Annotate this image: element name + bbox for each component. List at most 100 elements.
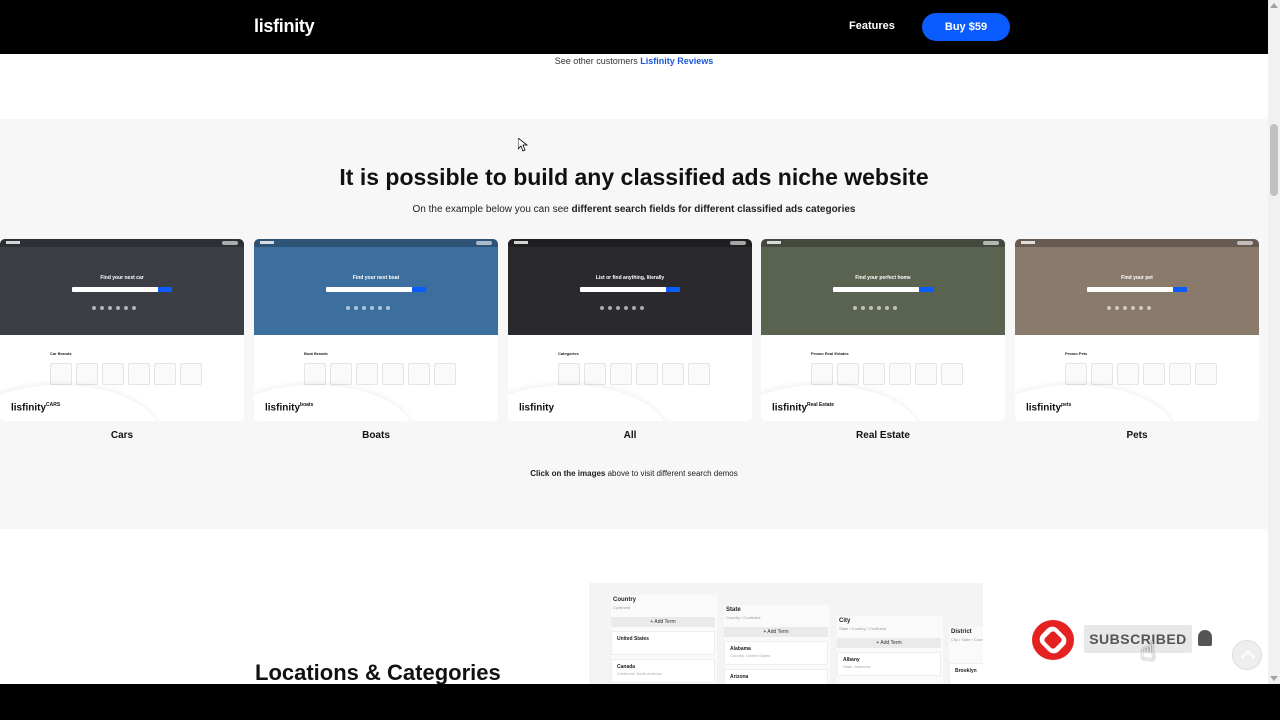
reviews-line: See other customers Lisfinity Reviews (0, 56, 1268, 66)
demo-logo-tag: Real Estate (807, 402, 834, 408)
scroll-to-top-button[interactable] (1232, 640, 1262, 670)
page-viewport: lisfinity Features Buy $59 See other cus… (0, 0, 1268, 684)
location-name: Arizona (730, 674, 749, 680)
niche-subtitle-prefix: On the example below you can see (412, 204, 569, 215)
location-item[interactable]: Canada Continent: North America (611, 659, 715, 683)
column-header: Country (613, 597, 636, 603)
demo-search-bar (833, 287, 933, 292)
column-sub: State / Country / Continent (839, 626, 887, 631)
location-item[interactable]: United States (611, 631, 715, 655)
demo-tagline: Find your pet (1121, 275, 1153, 281)
mini-logo (6, 241, 20, 244)
mini-button (1237, 241, 1253, 245)
page-scrollbar[interactable] (1268, 0, 1280, 684)
demo-logo-text: lisfinity (265, 402, 301, 414)
demo-card-logo: lisfinitypets (1026, 402, 1071, 413)
subscribed-button[interactable]: SUBSCRIBED (1084, 625, 1192, 653)
demo-tagline: List or find anything, literally (595, 275, 665, 281)
demo-card-hero[interactable]: Find your next car (0, 239, 244, 335)
demo-card-label: Real Estate (856, 430, 910, 441)
demo-category-dots (853, 297, 913, 310)
location-parent: State: Alabama (843, 664, 871, 669)
reviews-link[interactable]: Lisfinity Reviews (640, 56, 713, 66)
demo-logo-tag: boats (300, 402, 314, 408)
mini-nav (508, 239, 752, 247)
demo-card-hero[interactable]: Find your next boat (254, 239, 498, 335)
site-logo[interactable]: lisfinity (254, 16, 315, 37)
buy-button[interactable]: Buy $59 (922, 13, 1010, 41)
location-item[interactable]: Brooklyn (949, 663, 983, 684)
demo-category-dots (600, 297, 660, 310)
demo-logo-tag: pets (1061, 402, 1072, 408)
demo-card-label: All (623, 430, 637, 441)
mini-logo (767, 241, 781, 244)
demo-category-title: Promo Pets (1065, 351, 1088, 356)
demo-category-title: Promo Real Estates (811, 351, 849, 356)
demo-card-2[interactable]: List or find anything, literally Categori… (508, 239, 752, 421)
site-header: lisfinity Features Buy $59 (0, 0, 1268, 54)
demo-search-bar (1087, 287, 1187, 292)
mini-nav (254, 239, 498, 247)
niche-hint-bold: Click on the images (530, 469, 606, 478)
mini-logo (514, 241, 528, 244)
location-column: Country Continent + Add Term United States C… (611, 595, 717, 684)
demo-search-bar (72, 287, 172, 292)
location-item[interactable]: Albany State: Alabama (837, 652, 941, 676)
demo-card-logo: lisfinityboats (265, 402, 313, 413)
mini-button (983, 241, 999, 245)
demo-card-hero[interactable]: List or find anything, literally (508, 239, 752, 335)
demo-category-dots (346, 297, 406, 310)
mini-logo (260, 241, 274, 244)
location-parent: Country: United States (730, 653, 771, 658)
demo-card-0[interactable]: Find your next car Car Brands lisfinityCAR… (0, 239, 244, 421)
bell-icon[interactable] (1198, 630, 1212, 646)
reviews-prefix: See other customers (554, 56, 638, 66)
location-column: District City / State / Country Brooklyn (949, 627, 983, 684)
mini-button (222, 241, 238, 245)
location-column: City State / Country / Continent + Add Ter… (837, 616, 943, 684)
column-sub: City / State / Country (951, 637, 983, 642)
add-term-button[interactable]: + Add Term (611, 617, 715, 627)
mouse-cursor-icon (518, 138, 528, 152)
demo-category-dots (1107, 297, 1167, 310)
demo-search-bar (326, 287, 426, 292)
location-column: State Country / Continent + Add Term Alabam… (724, 605, 830, 684)
demo-tagline: Find your next car (100, 275, 144, 281)
location-item[interactable]: Arizona (724, 669, 828, 684)
column-header: City (839, 618, 851, 624)
scrollbar-thumb[interactable] (1270, 124, 1278, 196)
demo-logo-text: lisfinity (519, 402, 555, 414)
demo-card-1[interactable]: Find your next boat Boat Brands lisfinityb… (254, 239, 498, 421)
niche-section: It is possible to build any classified a… (0, 119, 1268, 529)
pointer-hand-icon: ☝ (1140, 636, 1156, 666)
demo-card-label: Boats (362, 430, 390, 441)
niche-title: It is possible to build any classified a… (339, 164, 929, 190)
locations-title: Locations & Categories (255, 660, 501, 684)
scroll-down-icon[interactable] (1270, 676, 1278, 681)
demo-card-hero[interactable]: Find your pet (1015, 239, 1259, 335)
nav-features-link[interactable]: Features (849, 20, 895, 32)
demo-card-logo: lisfinityCARS (11, 402, 60, 413)
demo-search-bar (580, 287, 680, 292)
demo-card-label: Pets (1126, 430, 1148, 441)
add-term-button[interactable]: + Add Term (724, 627, 828, 637)
mini-nav (1015, 239, 1259, 247)
column-header: District (951, 629, 972, 635)
location-item[interactable]: Alabama Country: United States (724, 641, 828, 665)
scroll-up-icon[interactable] (1270, 3, 1278, 8)
add-term-button[interactable]: + Add Term (837, 638, 941, 648)
location-name: Canada (617, 664, 636, 670)
demo-tagline: Find your perfect home (855, 275, 911, 281)
youtube-logo-icon (1032, 620, 1074, 660)
mini-button (476, 241, 492, 245)
column-header: State (726, 607, 741, 613)
niche-hint-rest: above to visit different search demos (607, 469, 738, 478)
demo-card-hero[interactable]: Find your perfect home (761, 239, 1005, 335)
location-name: Alabama (730, 646, 751, 652)
demo-card-3[interactable]: Find your perfect home Promo Real Estates… (761, 239, 1005, 421)
demo-category-title: Boat Brands (304, 351, 328, 356)
demo-card-4[interactable]: Find your pet Promo Pets lisfinitypets (1015, 239, 1259, 421)
demo-category-title: Car Brands (50, 351, 72, 356)
letterbox-bar (0, 684, 1280, 720)
mini-button (730, 241, 746, 245)
